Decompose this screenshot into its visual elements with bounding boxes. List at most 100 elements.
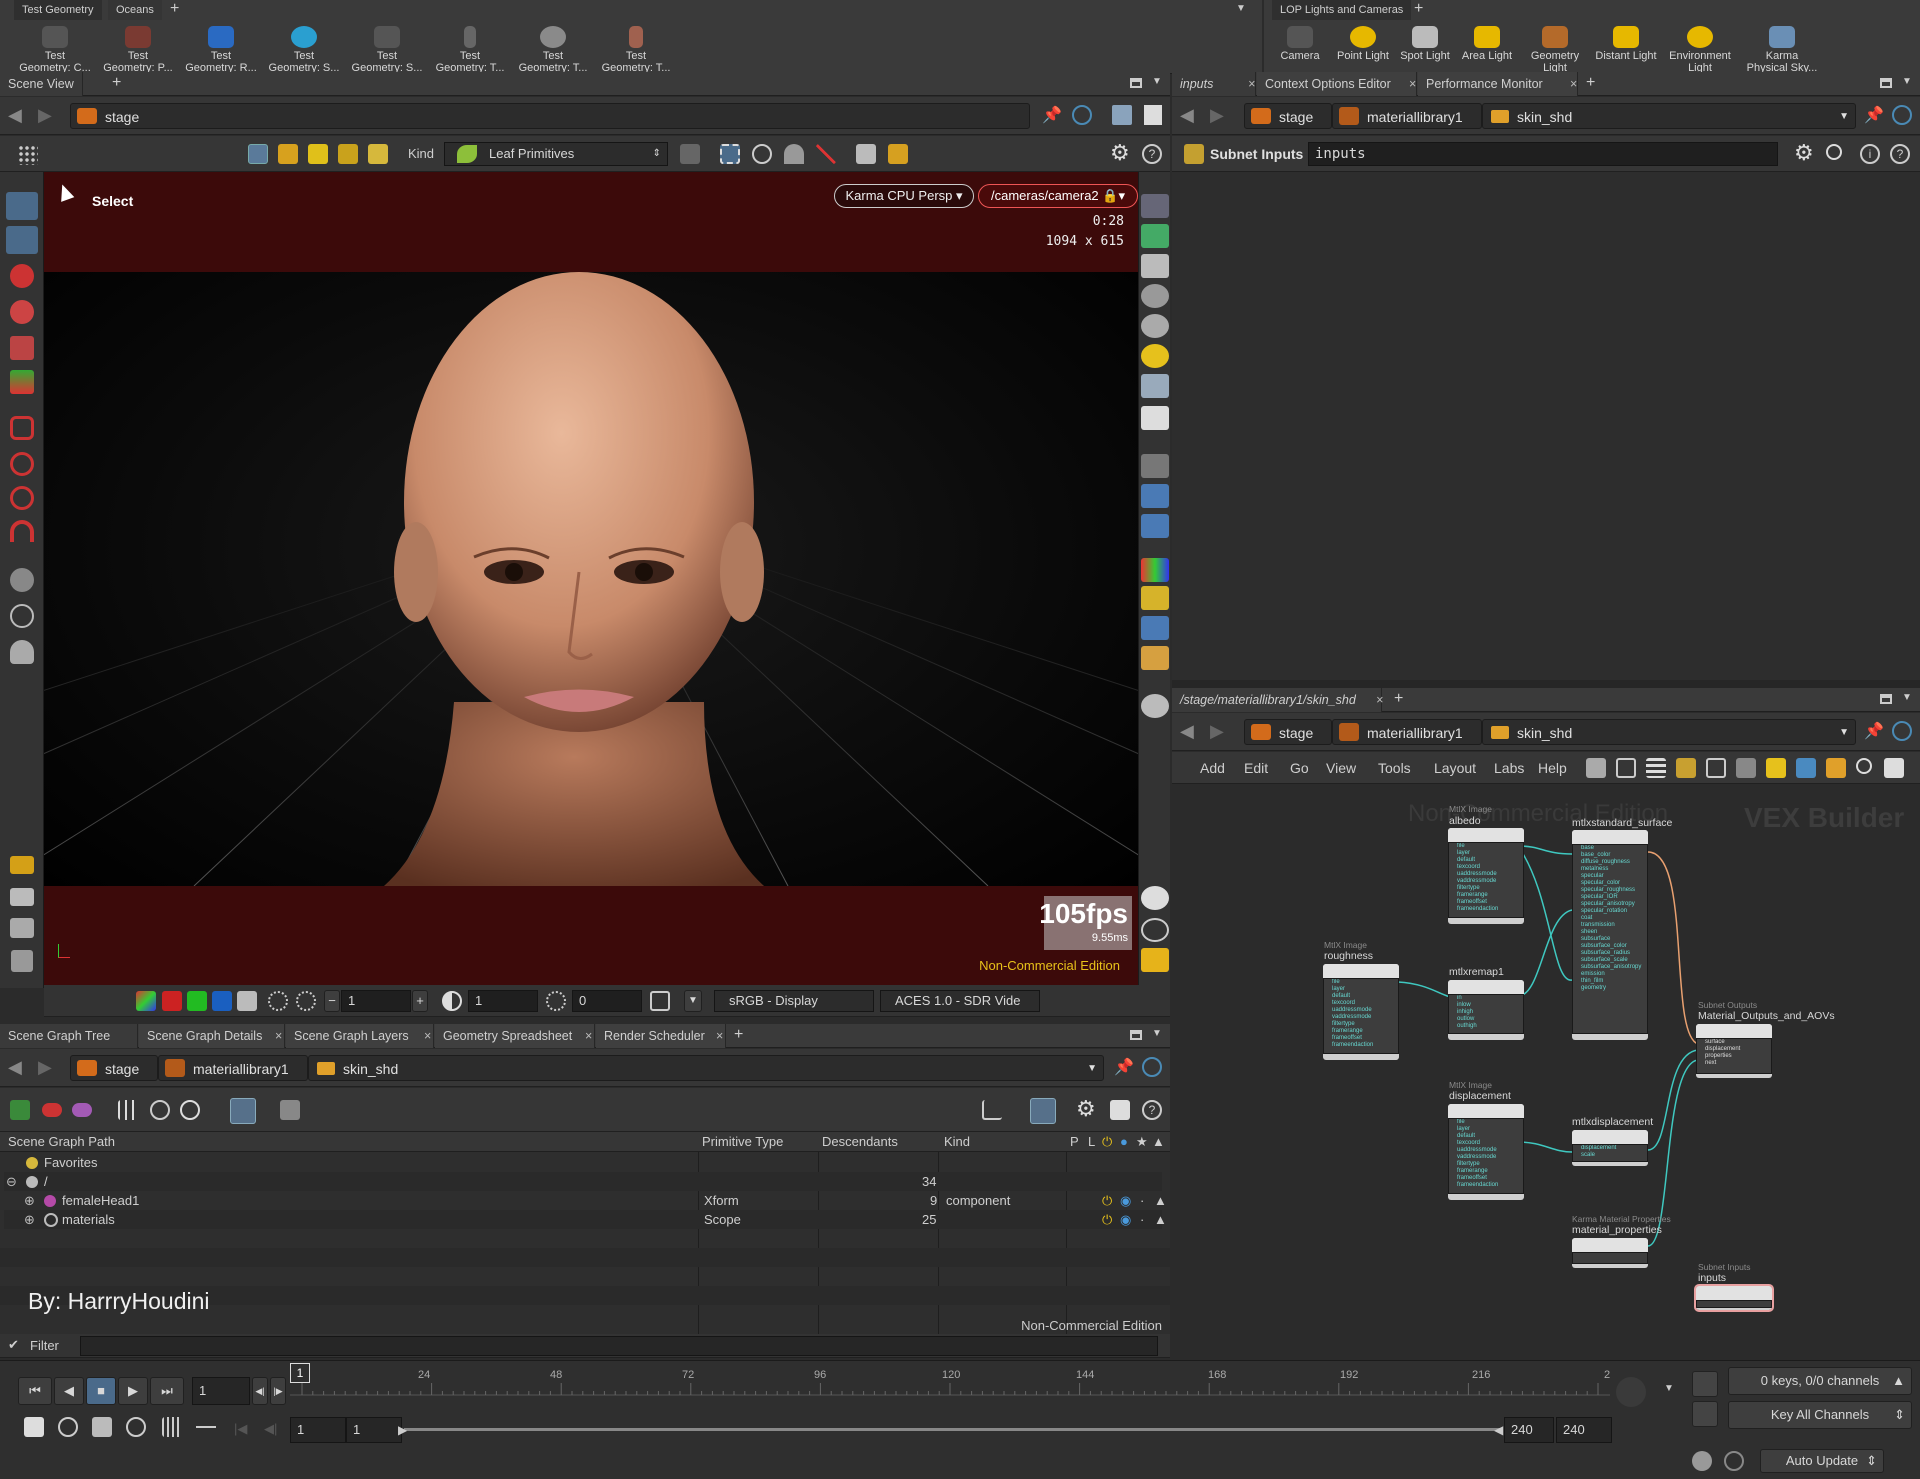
chevron-down-icon[interactable]: ▼ [1839, 720, 1849, 746]
col-descendants[interactable]: Descendants [822, 1132, 898, 1152]
red-channel-icon[interactable] [162, 991, 182, 1011]
ruler-tool-icon[interactable] [10, 856, 34, 874]
node-displacement[interactable]: file layer default texcoord uaddressmode vadd… [1448, 1104, 1524, 1200]
display-menu-arrow[interactable]: ▼ [684, 990, 702, 1012]
lasso-select-icon[interactable] [752, 144, 772, 164]
tab-scene-graph-tree[interactable]: Scene Graph Tree [0, 1024, 138, 1048]
laser-select-icon[interactable] [816, 144, 836, 164]
chevron-down-icon[interactable]: ▼ [1664, 1383, 1674, 1394]
lut-field[interactable]: 0 [572, 990, 642, 1012]
pane-menu-icon[interactable]: ▼ [1902, 692, 1912, 703]
increment-button[interactable]: + [412, 990, 428, 1012]
table-view-icon[interactable] [1706, 758, 1726, 778]
col-pointer-icon[interactable]: ▲ [1152, 1132, 1165, 1152]
pick-tool-icon[interactable] [856, 144, 876, 164]
menu-add[interactable]: Add [1200, 760, 1225, 776]
play-reverse-button[interactable]: ◀ [54, 1377, 84, 1405]
tab-scene-view[interactable]: Scene View [0, 72, 83, 96]
node-material-properties[interactable] [1572, 1238, 1648, 1268]
decrement-button[interactable]: − [324, 990, 340, 1012]
settings-gear-icon[interactable]: ⚙ [1110, 140, 1130, 166]
step-back-button[interactable]: ◀| [252, 1377, 268, 1405]
headlight-icon[interactable] [1141, 284, 1169, 308]
refresh-keys-icon[interactable] [1692, 1371, 1718, 1397]
tree-row-femalehead1[interactable]: ⊕ femaleHead1 Xform 9 component ⏻ ◉ · ▲ [4, 1191, 1167, 1210]
select-tool-icon[interactable] [6, 192, 38, 220]
trash-tool-icon[interactable] [11, 950, 33, 972]
shelf-tool-geometry-light[interactable]: Geometry Light [1520, 22, 1590, 74]
shelf-tool-distant-light[interactable]: Distant Light [1584, 22, 1668, 72]
chevron-down-icon[interactable]: ▼ [1087, 1056, 1097, 1082]
preview-icon[interactable] [1884, 758, 1904, 778]
bulb-icon[interactable] [1141, 374, 1169, 398]
filter-input[interactable] [80, 1336, 1158, 1356]
grid-view-icon[interactable] [1676, 758, 1696, 778]
end-frame-field[interactable]: 240 [1504, 1417, 1554, 1443]
back-arrow-icon[interactable]: ◀ [8, 105, 22, 126]
crop-icon[interactable] [982, 1100, 1002, 1120]
pin-icon[interactable]: 📌 [1042, 105, 1062, 125]
add-shelf-tab-button[interactable]: + [1414, 0, 1423, 18]
secure-selection-icon[interactable] [680, 144, 700, 164]
visible-icon[interactable]: ◉ [1120, 1191, 1131, 1210]
quad-view-icon[interactable] [1141, 948, 1169, 972]
shelf-tool-karma-physical-sky[interactable]: Karma Physical Sky... [1734, 22, 1830, 74]
jump-to-end-button[interactable]: ⏭ [150, 1377, 184, 1405]
info-icon[interactable]: i [1860, 144, 1880, 164]
snap-tool-icon[interactable] [10, 416, 34, 440]
exposure-icon[interactable] [268, 991, 288, 1011]
ball-icon[interactable] [1141, 694, 1169, 718]
menu-tools[interactable]: Tools [1378, 760, 1411, 776]
add-tab-button[interactable]: + [1586, 74, 1595, 92]
path-crumb-materiallibrary1[interactable]: materiallibrary1 [1332, 719, 1482, 745]
add-shelf-tab-button[interactable]: + [170, 0, 179, 18]
select-primitives-icon[interactable] [308, 144, 328, 164]
settings-gear-icon[interactable]: ⚙ [1794, 140, 1814, 166]
maximize-pane-icon[interactable] [1880, 78, 1892, 88]
visibility-icon[interactable] [1141, 454, 1169, 478]
zoom-search-icon[interactable] [180, 1100, 200, 1120]
menu-layout[interactable]: Layout [1434, 760, 1476, 776]
ticks-icon[interactable] [162, 1417, 182, 1437]
step-forward-button[interactable]: |▶ [270, 1377, 286, 1405]
color-wheel-icon[interactable] [1141, 558, 1169, 582]
bookmark-icon[interactable] [1141, 646, 1169, 670]
tab-scene-graph-layers[interactable]: Scene Graph Layers × [286, 1024, 434, 1048]
tab-context-options-editor[interactable]: Context Options Editor × [1257, 72, 1417, 96]
shelf-tool-test-geometry-squab[interactable]: Test Geometry: S... [346, 22, 428, 74]
network-canvas[interactable]: Non-Commercial Edition VEX Builder MtlX … [1172, 784, 1920, 1360]
search-icon[interactable] [1856, 758, 1872, 774]
select-mode-icon[interactable] [248, 144, 268, 164]
add-tab-button[interactable]: + [112, 74, 121, 92]
tab-geometry-spreadsheet[interactable]: Geometry Spreadsheet × [435, 1024, 595, 1048]
menu-labs[interactable]: Labs [1494, 760, 1524, 776]
collection-icon[interactable] [230, 1098, 256, 1124]
pane-splitter[interactable] [1172, 680, 1920, 688]
display-space-dropdown[interactable]: sRGB - Display [714, 990, 874, 1012]
node-name-field[interactable]: inputs [1308, 142, 1778, 166]
jump-to-start-button[interactable]: ⏮ [18, 1377, 52, 1405]
selectable-dot-icon[interactable]: · [1140, 1210, 1144, 1229]
link-icon[interactable] [1142, 1057, 1162, 1077]
layers-icon[interactable] [1141, 514, 1169, 538]
paint-tool-icon[interactable] [10, 888, 34, 906]
node-mtlxdisplacement[interactable]: displacement scale [1572, 1130, 1648, 1166]
stamp-tool-icon[interactable] [10, 918, 34, 938]
range-slider-icon[interactable] [196, 1417, 216, 1437]
col-active-icon[interactable]: ⏻ [1102, 1132, 1112, 1152]
pointer-icon[interactable]: ▲ [1154, 1210, 1167, 1229]
network-icon[interactable] [1141, 616, 1169, 640]
color-channels-icon[interactable] [136, 991, 156, 1011]
viewport[interactable]: Select Karma CPU Persp ▾ /cameras/camera… [44, 172, 1138, 985]
close-icon[interactable]: × [716, 1024, 723, 1048]
select-vertices-icon[interactable] [368, 144, 388, 164]
gamma-icon[interactable] [442, 991, 462, 1011]
active-icon[interactable]: ⏻ [1102, 1210, 1112, 1229]
scale-tool-icon[interactable] [10, 336, 34, 360]
node-albedo[interactable]: file layer default texcoord uaddressmode vadd… [1448, 828, 1524, 924]
tab-inputs[interactable]: inputs × [1172, 72, 1256, 96]
col-p[interactable]: P [1070, 1132, 1079, 1152]
realtime-icon[interactable] [92, 1417, 112, 1437]
selectable-dot-icon[interactable]: · [1140, 1191, 1144, 1210]
settings-gear-icon[interactable]: ⚙ [1076, 1096, 1096, 1122]
